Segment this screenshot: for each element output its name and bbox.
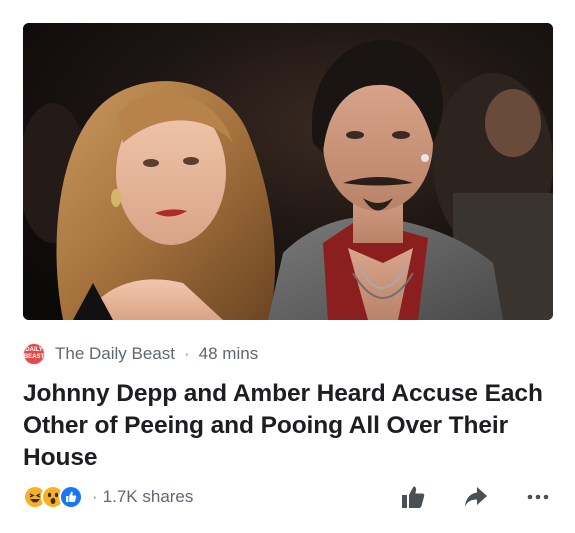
post-actions — [367, 483, 553, 511]
source-name[interactable]: The Daily Beast — [55, 344, 175, 364]
logo-text: DAILY BEAST — [23, 347, 45, 360]
daily-beast-logo[interactable]: DAILY BEAST — [23, 343, 45, 365]
shares-separator: · — [92, 487, 98, 506]
more-options-button[interactable] — [523, 483, 553, 511]
share-button[interactable] — [461, 483, 491, 511]
post-timestamp[interactable]: 48 mins — [199, 344, 259, 364]
reaction-summary[interactable] — [23, 485, 83, 509]
post-source-row: DAILY BEAST The Daily Beast · 48 mins — [23, 343, 258, 365]
source-separator: · — [184, 344, 190, 363]
news-post-card: DAILY BEAST The Daily Beast · 48 mins Jo… — [0, 0, 575, 533]
like-button[interactable] — [399, 483, 429, 511]
like-icon — [59, 485, 83, 509]
thumbs-up-icon — [402, 486, 425, 508]
article-headline[interactable]: Johnny Depp and Amber Heard Accuse Each … — [23, 378, 558, 474]
article-photo[interactable] — [23, 23, 553, 320]
more-icon — [527, 494, 549, 500]
post-footer: · 1.7K shares — [23, 483, 553, 511]
article-photo-image — [23, 23, 553, 320]
share-arrow-icon — [465, 487, 487, 507]
share-count[interactable]: 1.7K shares — [103, 487, 194, 507]
